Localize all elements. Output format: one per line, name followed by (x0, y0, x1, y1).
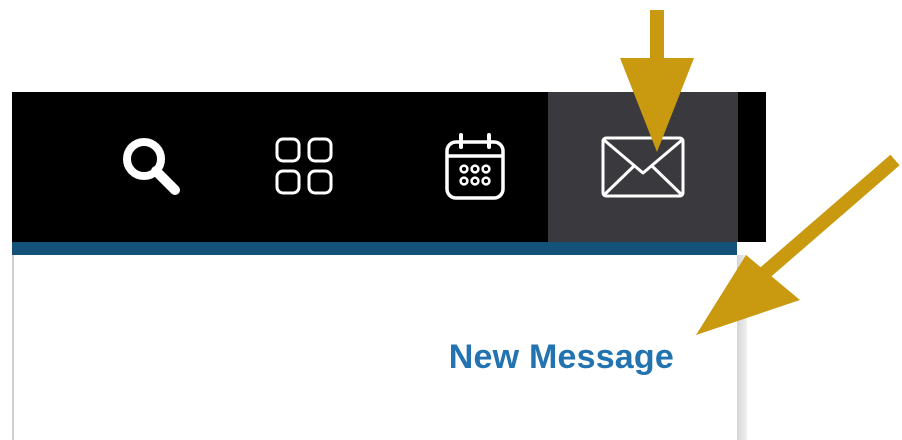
panel-scroll-edge (737, 255, 747, 440)
message-panel: New Message (12, 255, 737, 440)
new-message-link[interactable]: New Message (449, 338, 674, 377)
apps-grid-icon (275, 137, 333, 195)
calendar-icon (445, 133, 505, 200)
envelope-icon (601, 136, 685, 198)
top-toolbar (12, 92, 766, 242)
search-button[interactable] (97, 92, 207, 242)
apps-button[interactable] (250, 92, 360, 242)
accent-bar (12, 242, 737, 255)
messages-button[interactable] (548, 92, 738, 242)
calendar-button[interactable] (420, 92, 530, 242)
search-icon (123, 138, 180, 195)
